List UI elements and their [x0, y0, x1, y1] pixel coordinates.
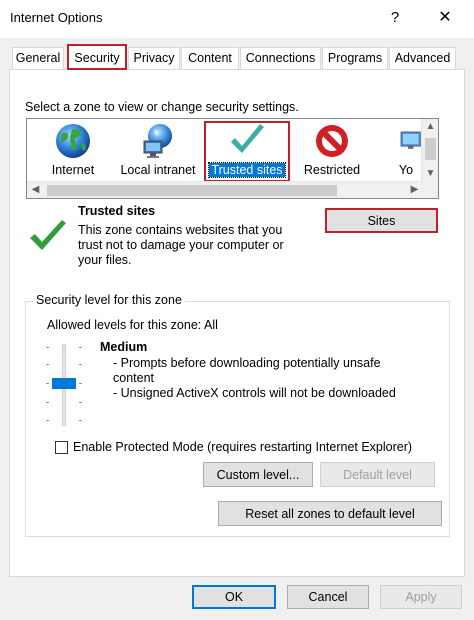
- slider-tick: [79, 347, 82, 348]
- zone-title: Trusted sites: [78, 204, 156, 218]
- protected-mode-checkbox[interactable]: [55, 440, 68, 454]
- scroll-up-icon[interactable]: ▲: [422, 119, 438, 136]
- zone-restricted[interactable]: Restricted: [299, 121, 365, 181]
- security-level-name: Medium: [100, 340, 148, 354]
- ok-button[interactable]: OK: [192, 585, 276, 609]
- zone-list-vertical-scrollbar[interactable]: ▲ ▼: [421, 119, 438, 183]
- protected-mode-option[interactable]: Enable Protected Mode (requires restarti…: [55, 440, 412, 454]
- tab-advanced[interactable]: Advanced: [389, 47, 456, 69]
- default-level-button[interactable]: Default level: [320, 462, 435, 487]
- help-button[interactable]: ?: [380, 4, 410, 32]
- slider-tick: [79, 402, 82, 403]
- slider-tick: [46, 364, 49, 365]
- slider-tick: [46, 383, 49, 384]
- protected-mode-label[interactable]: Enable Protected Mode (requires restarti…: [73, 440, 412, 454]
- custom-level-button[interactable]: Custom level...: [203, 462, 313, 487]
- tab-content[interactable]: Content: [181, 47, 239, 69]
- zone-computer[interactable]: Yo: [391, 121, 421, 181]
- zone-prompt: Select a zone to view or change security…: [25, 100, 299, 114]
- zone-label-local-intranet: Local intranet: [120, 163, 196, 177]
- security-level-description: - Prompts before downloading potentially…: [113, 356, 413, 401]
- cancel-button[interactable]: Cancel: [287, 585, 369, 609]
- vertical-scroll-thumb[interactable]: [425, 138, 436, 160]
- trusted-checkmark-icon: [30, 220, 66, 250]
- tab-programs[interactable]: Programs: [322, 47, 388, 69]
- slider-tick: [46, 347, 49, 348]
- slider-tick: [79, 420, 82, 421]
- slider-tick: [46, 402, 49, 403]
- tab-connections[interactable]: Connections: [240, 47, 321, 69]
- slider-tick: [46, 420, 49, 421]
- zone-internet[interactable]: Internet: [45, 121, 101, 181]
- tab-general[interactable]: General: [12, 47, 64, 69]
- slider-tick: [79, 364, 82, 365]
- tab-privacy[interactable]: Privacy: [128, 47, 180, 69]
- slider-tick: [79, 383, 82, 384]
- zone-label-computer: Yo: [398, 163, 414, 177]
- zone-label-internet: Internet: [51, 163, 95, 177]
- restricted-icon: [316, 125, 348, 157]
- computer-icon: [400, 131, 421, 149]
- sites-button[interactable]: Sites: [325, 208, 438, 233]
- apply-button[interactable]: Apply: [380, 585, 462, 609]
- zone-local-intranet[interactable]: Local intranet: [118, 121, 198, 181]
- intranet-icon: [143, 124, 172, 158]
- horizontal-scroll-thumb[interactable]: [47, 185, 337, 196]
- scrollbar-corner: [421, 181, 438, 198]
- internet-options-dialog: Internet Options ? ✕ General Security Pr…: [0, 0, 474, 620]
- level-detail-line: - Unsigned ActiveX controls will not be …: [113, 386, 396, 400]
- window-title: Internet Options: [10, 10, 103, 25]
- zone-list-horizontal-scrollbar[interactable]: ◀ ▶: [27, 181, 423, 198]
- zone-description: This zone contains websites that you tru…: [78, 223, 284, 267]
- reset-all-zones-button[interactable]: Reset all zones to default level: [218, 501, 442, 526]
- close-button[interactable]: ✕: [428, 4, 462, 32]
- allowed-levels-label: Allowed levels for this zone: All: [47, 318, 218, 332]
- tab-security[interactable]: Security: [67, 44, 127, 70]
- selected-zone-highlight: [204, 121, 290, 182]
- title-bar: Internet Options ? ✕: [0, 0, 474, 38]
- scroll-left-icon[interactable]: ◀: [27, 182, 44, 198]
- security-level-slider-thumb[interactable]: [52, 378, 76, 389]
- level-detail-line: content: [113, 371, 155, 385]
- globe-icon: [56, 124, 90, 158]
- zone-label-restricted: Restricted: [303, 163, 361, 177]
- security-level-group-label: Security level for this zone: [33, 293, 185, 307]
- zone-list[interactable]: Internet Local intranet Trusted sites Re…: [26, 118, 439, 199]
- level-detail-line: - Prompts before downloading potentially…: [113, 356, 381, 370]
